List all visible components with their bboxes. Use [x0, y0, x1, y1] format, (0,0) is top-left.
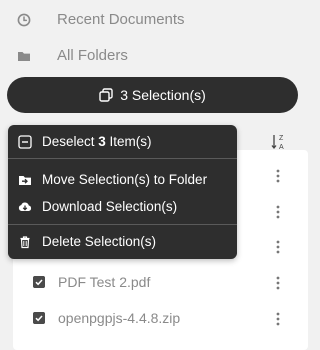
checkbox-checked-icon[interactable] [33, 312, 45, 324]
menu-item-deselect[interactable]: Deselect 3 Item(s) [8, 130, 237, 154]
kebab-icon[interactable] [276, 276, 280, 290]
selection-button[interactable]: 3 Selection(s) [7, 77, 298, 113]
menu-divider [8, 158, 237, 159]
file-name: PDF Test 2.pdf [58, 274, 151, 290]
nav-recent-documents[interactable]: Recent Documents [0, 2, 310, 36]
menu-download-label: Download Selection(s) [42, 199, 178, 214]
kebab-icon[interactable] [276, 312, 280, 326]
folder-icon [18, 52, 30, 61]
nav-recent-label: Recent Documents [57, 10, 185, 28]
selection-count: 3 [120, 87, 128, 103]
selection-context-menu: Deselect 3 Item(s) Move Selection(s) to … [8, 125, 237, 259]
trash-icon [20, 236, 30, 249]
deselect-count: 3 [98, 134, 106, 149]
svg-text:Z: Z [279, 135, 284, 142]
kebab-icon[interactable] [276, 169, 280, 183]
deselect-prefix: Deselect [42, 134, 99, 149]
folder-move-icon [19, 176, 31, 185]
menu-delete-label: Delete Selection(s) [42, 234, 157, 249]
nav-all-folders[interactable]: All Folders [0, 38, 310, 72]
file-row[interactable]: openpgpjs-4.4.8.zip [13, 302, 308, 336]
menu-item-move[interactable]: Move Selection(s) to Folder [8, 168, 237, 192]
minus-square-icon [18, 135, 32, 149]
file-name: openpgpjs-4.4.8.zip [58, 310, 181, 326]
copy-icon [99, 88, 113, 102]
cloud-download-icon [18, 202, 32, 211]
nav-folders-label: All Folders [57, 46, 128, 64]
sort-alpha-icon[interactable]: Z A [271, 133, 287, 151]
file-row[interactable]: PDF Test 2.pdf [13, 266, 308, 300]
menu-item-delete[interactable]: Delete Selection(s) [8, 230, 237, 254]
selection-label: Selection(s) [127, 87, 206, 103]
clock-icon [17, 13, 31, 27]
menu-divider [8, 224, 237, 225]
menu-move-label: Move Selection(s) to Folder [42, 172, 208, 187]
deselect-suffix: Item(s) [105, 134, 152, 149]
kebab-icon[interactable] [276, 205, 280, 219]
menu-item-download[interactable]: Download Selection(s) [8, 195, 237, 219]
kebab-icon[interactable] [276, 240, 280, 254]
checkbox-checked-icon[interactable] [33, 276, 45, 288]
